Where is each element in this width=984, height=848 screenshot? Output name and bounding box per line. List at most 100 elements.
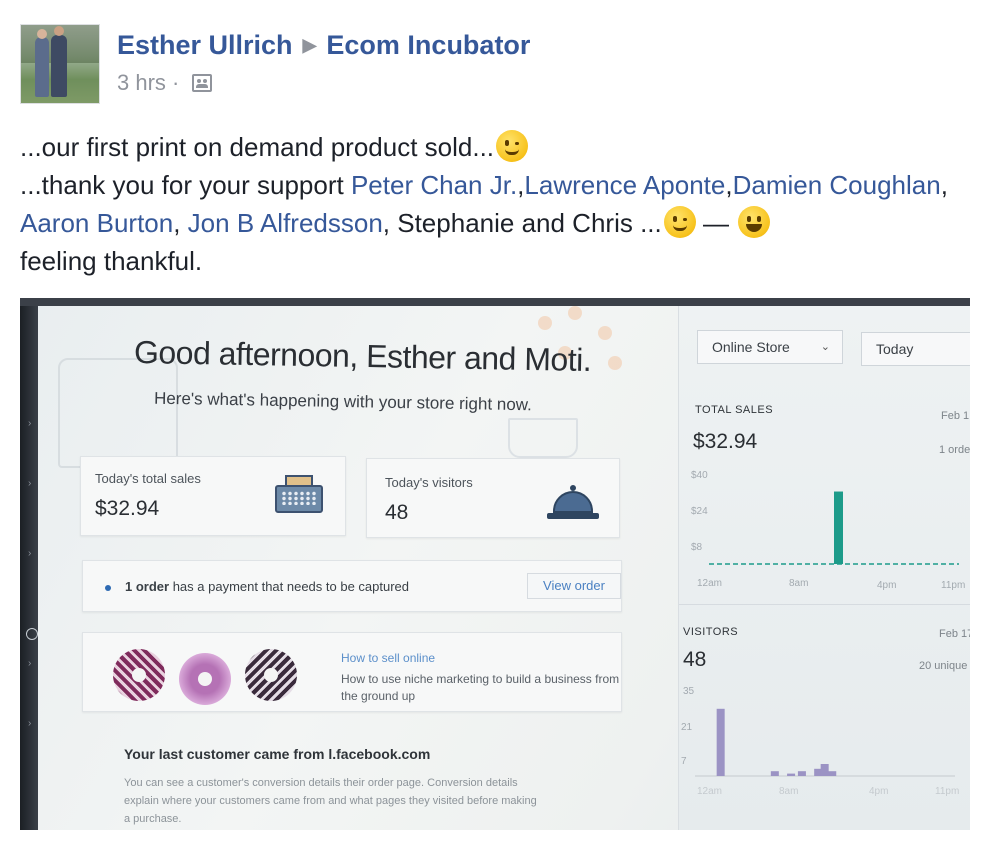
- chart-bar[interactable]: [787, 773, 796, 776]
- total-sales-chart: [709, 491, 959, 565]
- visitors-date: Feb 17: [939, 628, 970, 640]
- channel-select-value: Online Store: [712, 339, 790, 355]
- chart-bar[interactable]: [834, 491, 843, 564]
- bullet-icon: [105, 585, 111, 591]
- timestamp-link[interactable]: 3 hrs: [117, 70, 166, 95]
- payment-notice: 1 order has a payment that needs to be c…: [82, 560, 622, 612]
- cup-illustration: [508, 418, 578, 458]
- sales-x-tick: 8am: [789, 578, 809, 589]
- post-meta: 3 hrs ·: [117, 70, 212, 96]
- sales-x-tick: 12am: [697, 578, 723, 589]
- total-sales-label: TOTAL SALES: [695, 404, 774, 416]
- post-header: Esther Ullrich ▶ Ecom Incubator: [117, 30, 530, 61]
- donut-image: [179, 653, 231, 705]
- tagged-user-link[interactable]: Peter Chan Jr.: [351, 170, 517, 200]
- feeling-text: feeling thankful.: [20, 246, 203, 276]
- notice-text: 1 order has a payment that needs to be c…: [125, 579, 409, 594]
- kettle-illustration: [58, 358, 178, 468]
- friends-icon[interactable]: [191, 74, 212, 92]
- chart-bar[interactable]: [770, 771, 779, 776]
- unique-note: 20 unique: [919, 660, 968, 672]
- total-sales-card[interactable]: Today's total sales $32.94: [80, 456, 346, 536]
- author-name-link[interactable]: Esther Ullrich: [117, 30, 293, 60]
- wink-emoji-icon: [663, 206, 696, 238]
- visitors-x-tick: 11pm: [935, 786, 960, 797]
- group-name-link[interactable]: Ecom Incubator: [326, 30, 530, 60]
- sales-y-tick: $24: [691, 506, 708, 517]
- tagged-user-link[interactable]: Aaron Burton: [20, 208, 173, 238]
- visitors-x-tick: 4pm: [869, 786, 889, 797]
- rail-circle-icon: [26, 628, 38, 640]
- post-line-1: ...our first print on demand product sol…: [20, 128, 970, 166]
- divider: [679, 604, 970, 605]
- feeling-dash: —: [702, 208, 729, 238]
- visitors-y-tick: 35: [683, 686, 695, 697]
- visitors-card[interactable]: Today's visitors 48: [366, 458, 620, 538]
- chart-bar[interactable]: [820, 764, 829, 776]
- lesson-title-link[interactable]: How to sell online: [341, 651, 435, 665]
- lesson-card[interactable]: How to sell online How to use niche mark…: [82, 632, 622, 712]
- post-text-segment: ...thank you for your support: [20, 170, 351, 200]
- donut-image: [245, 649, 297, 701]
- avatar-person: [35, 29, 49, 97]
- sales-y-tick: $8: [691, 542, 703, 553]
- date-range-value: Today: [876, 341, 914, 357]
- wink-emoji-icon: [496, 130, 529, 162]
- total-sales-date: Feb 1: [941, 410, 970, 422]
- lesson-description: How to use niche marketing to build a bu…: [341, 672, 620, 703]
- visitors-label: VISITORS: [683, 626, 739, 638]
- card-label: Today's total sales: [95, 471, 201, 486]
- donut-image: [113, 649, 165, 701]
- last-customer-description: You can see a customer's conversion deta…: [124, 777, 537, 825]
- view-order-button[interactable]: View order: [527, 573, 621, 599]
- visitors-x-tick: 8am: [779, 786, 799, 797]
- meta-separator: ·: [172, 70, 180, 95]
- punctuation: ,: [173, 208, 188, 238]
- service-bell-icon: [545, 481, 601, 525]
- rail-chevron-icon: ›: [28, 478, 32, 489]
- notice-message: has a payment that needs to be captured: [169, 579, 410, 594]
- date-range-select[interactable]: Today⌄: [861, 332, 970, 366]
- visitors-y-tick: 21: [681, 722, 693, 733]
- punctuation: ,: [725, 170, 733, 200]
- laptop-bezel-top: [20, 298, 970, 306]
- rail-chevron-icon: ›: [28, 548, 32, 559]
- rail-chevron-icon: ›: [28, 658, 32, 669]
- tagged-user-link[interactable]: Jon B Alfredsson: [188, 208, 383, 238]
- cash-register-icon: [271, 473, 327, 519]
- visitors-y-tick: 7: [681, 756, 687, 767]
- chevron-down-icon: ⌄: [820, 341, 830, 353]
- orders-note: 1 order: [939, 444, 970, 456]
- visitors-x-tick: 12am: [697, 786, 723, 797]
- visitors-chart: [695, 708, 955, 777]
- post-text-segment: ...our first print on demand product sol…: [20, 132, 495, 162]
- punctuation: ,: [940, 170, 948, 200]
- chart-bar[interactable]: [828, 771, 837, 776]
- greeting-subtitle: Here's what's happening with your store …: [153, 388, 533, 415]
- card-label: Today's visitors: [385, 475, 473, 490]
- author-avatar[interactable]: [20, 24, 100, 104]
- card-value: 48: [385, 501, 409, 524]
- dashboard-screen: Good afternoon, Esther and Moti. Here's …: [38, 298, 970, 830]
- sales-x-tick: 11pm: [941, 580, 966, 591]
- tagged-user-link[interactable]: Damien Coughlan: [733, 170, 941, 200]
- total-sales-value: $32.94: [693, 430, 758, 453]
- post-text-segment: , Stephanie and Chris ...: [382, 208, 662, 238]
- notice-bold: 1 order: [125, 579, 170, 594]
- post-body: ...our first print on demand product sol…: [20, 128, 970, 280]
- greeting-heading: Good afternoon, Esther and Moti.: [133, 334, 592, 378]
- visitors-value: 48: [683, 648, 707, 671]
- chart-bar[interactable]: [797, 771, 806, 776]
- analytics-column: Online Store ⌄ Today⌄ TOTAL SALES Feb 1 $…: [678, 298, 970, 830]
- tagged-user-link[interactable]: Lawrence Aponte: [524, 170, 725, 200]
- post-line-2: ...thank you for your support Peter Chan…: [20, 166, 970, 242]
- sales-y-tick: $40: [691, 470, 708, 481]
- rail-chevron-icon: ›: [28, 418, 32, 429]
- chart-bar[interactable]: [716, 708, 725, 776]
- card-value: $32.94: [95, 497, 160, 520]
- grin-emoji-icon: [738, 206, 771, 238]
- avatar-person: [51, 26, 67, 97]
- rail-chevron-icon: ›: [28, 718, 32, 729]
- post-photo[interactable]: Good afternoon, Esther and Moti. Here's …: [20, 298, 970, 830]
- channel-select[interactable]: Online Store ⌄: [697, 330, 843, 364]
